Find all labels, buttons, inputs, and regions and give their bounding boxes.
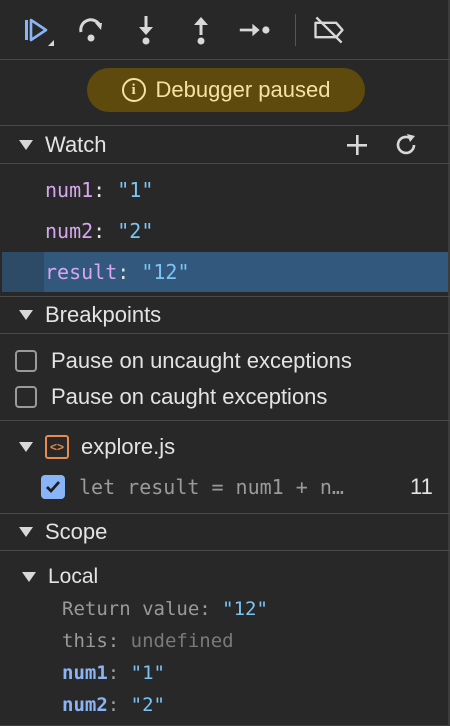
watch-title: Watch: [45, 131, 107, 157]
toolbar-separator: [295, 14, 296, 46]
pause-caught-label: Pause on caught exceptions: [51, 384, 328, 409]
watch-key: num1: [45, 178, 94, 202]
local-scope-header[interactable]: Local: [0, 560, 450, 594]
watch-value: "12": [141, 260, 190, 284]
scope-value: "12": [222, 598, 268, 620]
step-over-button[interactable]: [73, 12, 109, 48]
step-over-icon: [79, 18, 102, 42]
divider: [0, 420, 450, 421]
scope-value: undefined: [130, 630, 234, 652]
breakpoint-file-row[interactable]: <> explore.js: [0, 428, 450, 466]
step-button[interactable]: [238, 12, 274, 48]
refresh-icon[interactable]: [393, 132, 419, 158]
paused-banner-row: i Debugger paused: [0, 60, 450, 126]
breakpoint-line-number: 11: [410, 474, 433, 499]
debugger-sidebar: i Debugger paused Watch num1: "1" num2: …: [0, 0, 450, 726]
watch-section-header[interactable]: Watch: [0, 126, 450, 164]
debugger-paused-banner: i Debugger paused: [87, 68, 365, 112]
resume-button[interactable]: [18, 12, 54, 48]
chevron-down-icon: [19, 442, 33, 452]
deactivate-breakpoints-icon: [314, 16, 344, 44]
scope-item[interactable]: Return value: "12": [62, 594, 268, 624]
info-icon: i: [121, 78, 146, 102]
plus-icon[interactable]: [345, 133, 369, 157]
step-out-button[interactable]: [183, 12, 219, 48]
chevron-down-icon: [19, 527, 33, 537]
pause-uncaught-option[interactable]: Pause on uncaught exceptions: [15, 346, 352, 376]
scope-sep: :: [199, 598, 223, 620]
step-into-icon: [139, 16, 153, 45]
watch-value: "1": [117, 178, 154, 202]
breakpoint-checkbox[interactable]: [41, 475, 65, 499]
resume-icon: [25, 18, 54, 46]
step-icon: [239, 23, 270, 37]
scope-item[interactable]: num2: "2": [62, 690, 165, 720]
watch-sep: :: [117, 260, 142, 284]
pause-uncaught-label: Pause on uncaught exceptions: [51, 348, 352, 373]
chevron-down-icon: [22, 572, 36, 582]
watch-item[interactable]: result: "12": [45, 257, 190, 287]
pause-caught-option[interactable]: Pause on caught exceptions: [15, 382, 327, 412]
checkmark-icon: [46, 481, 61, 494]
scope-key: num2: [62, 694, 108, 716]
scope-item[interactable]: this: undefined: [62, 626, 234, 656]
scope-key: Return value: [62, 598, 200, 620]
scope-title: Scope: [45, 519, 108, 544]
scope-value: "2": [130, 694, 165, 716]
breakpoint-entry[interactable]: let result = num1 + n… 11: [0, 468, 450, 506]
scope-section-header[interactable]: Scope: [0, 513, 450, 551]
chevron-down-icon: [19, 310, 33, 320]
watch-key: num2: [45, 219, 94, 243]
watch-value: "2": [117, 219, 154, 243]
watch-sep: :: [93, 219, 118, 243]
watch-item-selected[interactable]: result: "12": [2, 252, 448, 292]
scope-key: num1: [62, 662, 108, 684]
debugger-toolbar: [0, 0, 450, 60]
scope-sep: :: [107, 694, 131, 716]
breakpoint-code: let result = num1 + n…: [79, 475, 344, 499]
breakpoints-title: Breakpoints: [45, 302, 162, 327]
scope-key: this: [62, 630, 108, 652]
step-into-button[interactable]: [128, 12, 164, 48]
scope-item[interactable]: num1: "1": [62, 658, 165, 688]
code-file-icon: <>: [45, 435, 69, 459]
local-scope-title: Local: [48, 565, 99, 588]
step-out-icon: [194, 17, 208, 45]
breakpoints-section-header[interactable]: Breakpoints: [0, 296, 450, 334]
pause-uncaught-checkbox[interactable]: [15, 350, 37, 372]
watch-item[interactable]: num2: "2": [45, 216, 153, 246]
scope-sep: :: [107, 662, 131, 684]
scope-sep: :: [107, 630, 131, 652]
deactivate-breakpoints-button[interactable]: [311, 12, 347, 48]
watch-key: result: [45, 260, 118, 284]
banner-text: Debugger paused: [155, 77, 331, 102]
pause-caught-checkbox[interactable]: [15, 386, 37, 408]
chevron-down-icon: [19, 139, 33, 150]
watch-item[interactable]: num1: "1": [45, 175, 153, 205]
file-name: explore.js: [81, 434, 176, 459]
scope-value: "1": [130, 662, 165, 684]
watch-sep: :: [93, 178, 118, 202]
